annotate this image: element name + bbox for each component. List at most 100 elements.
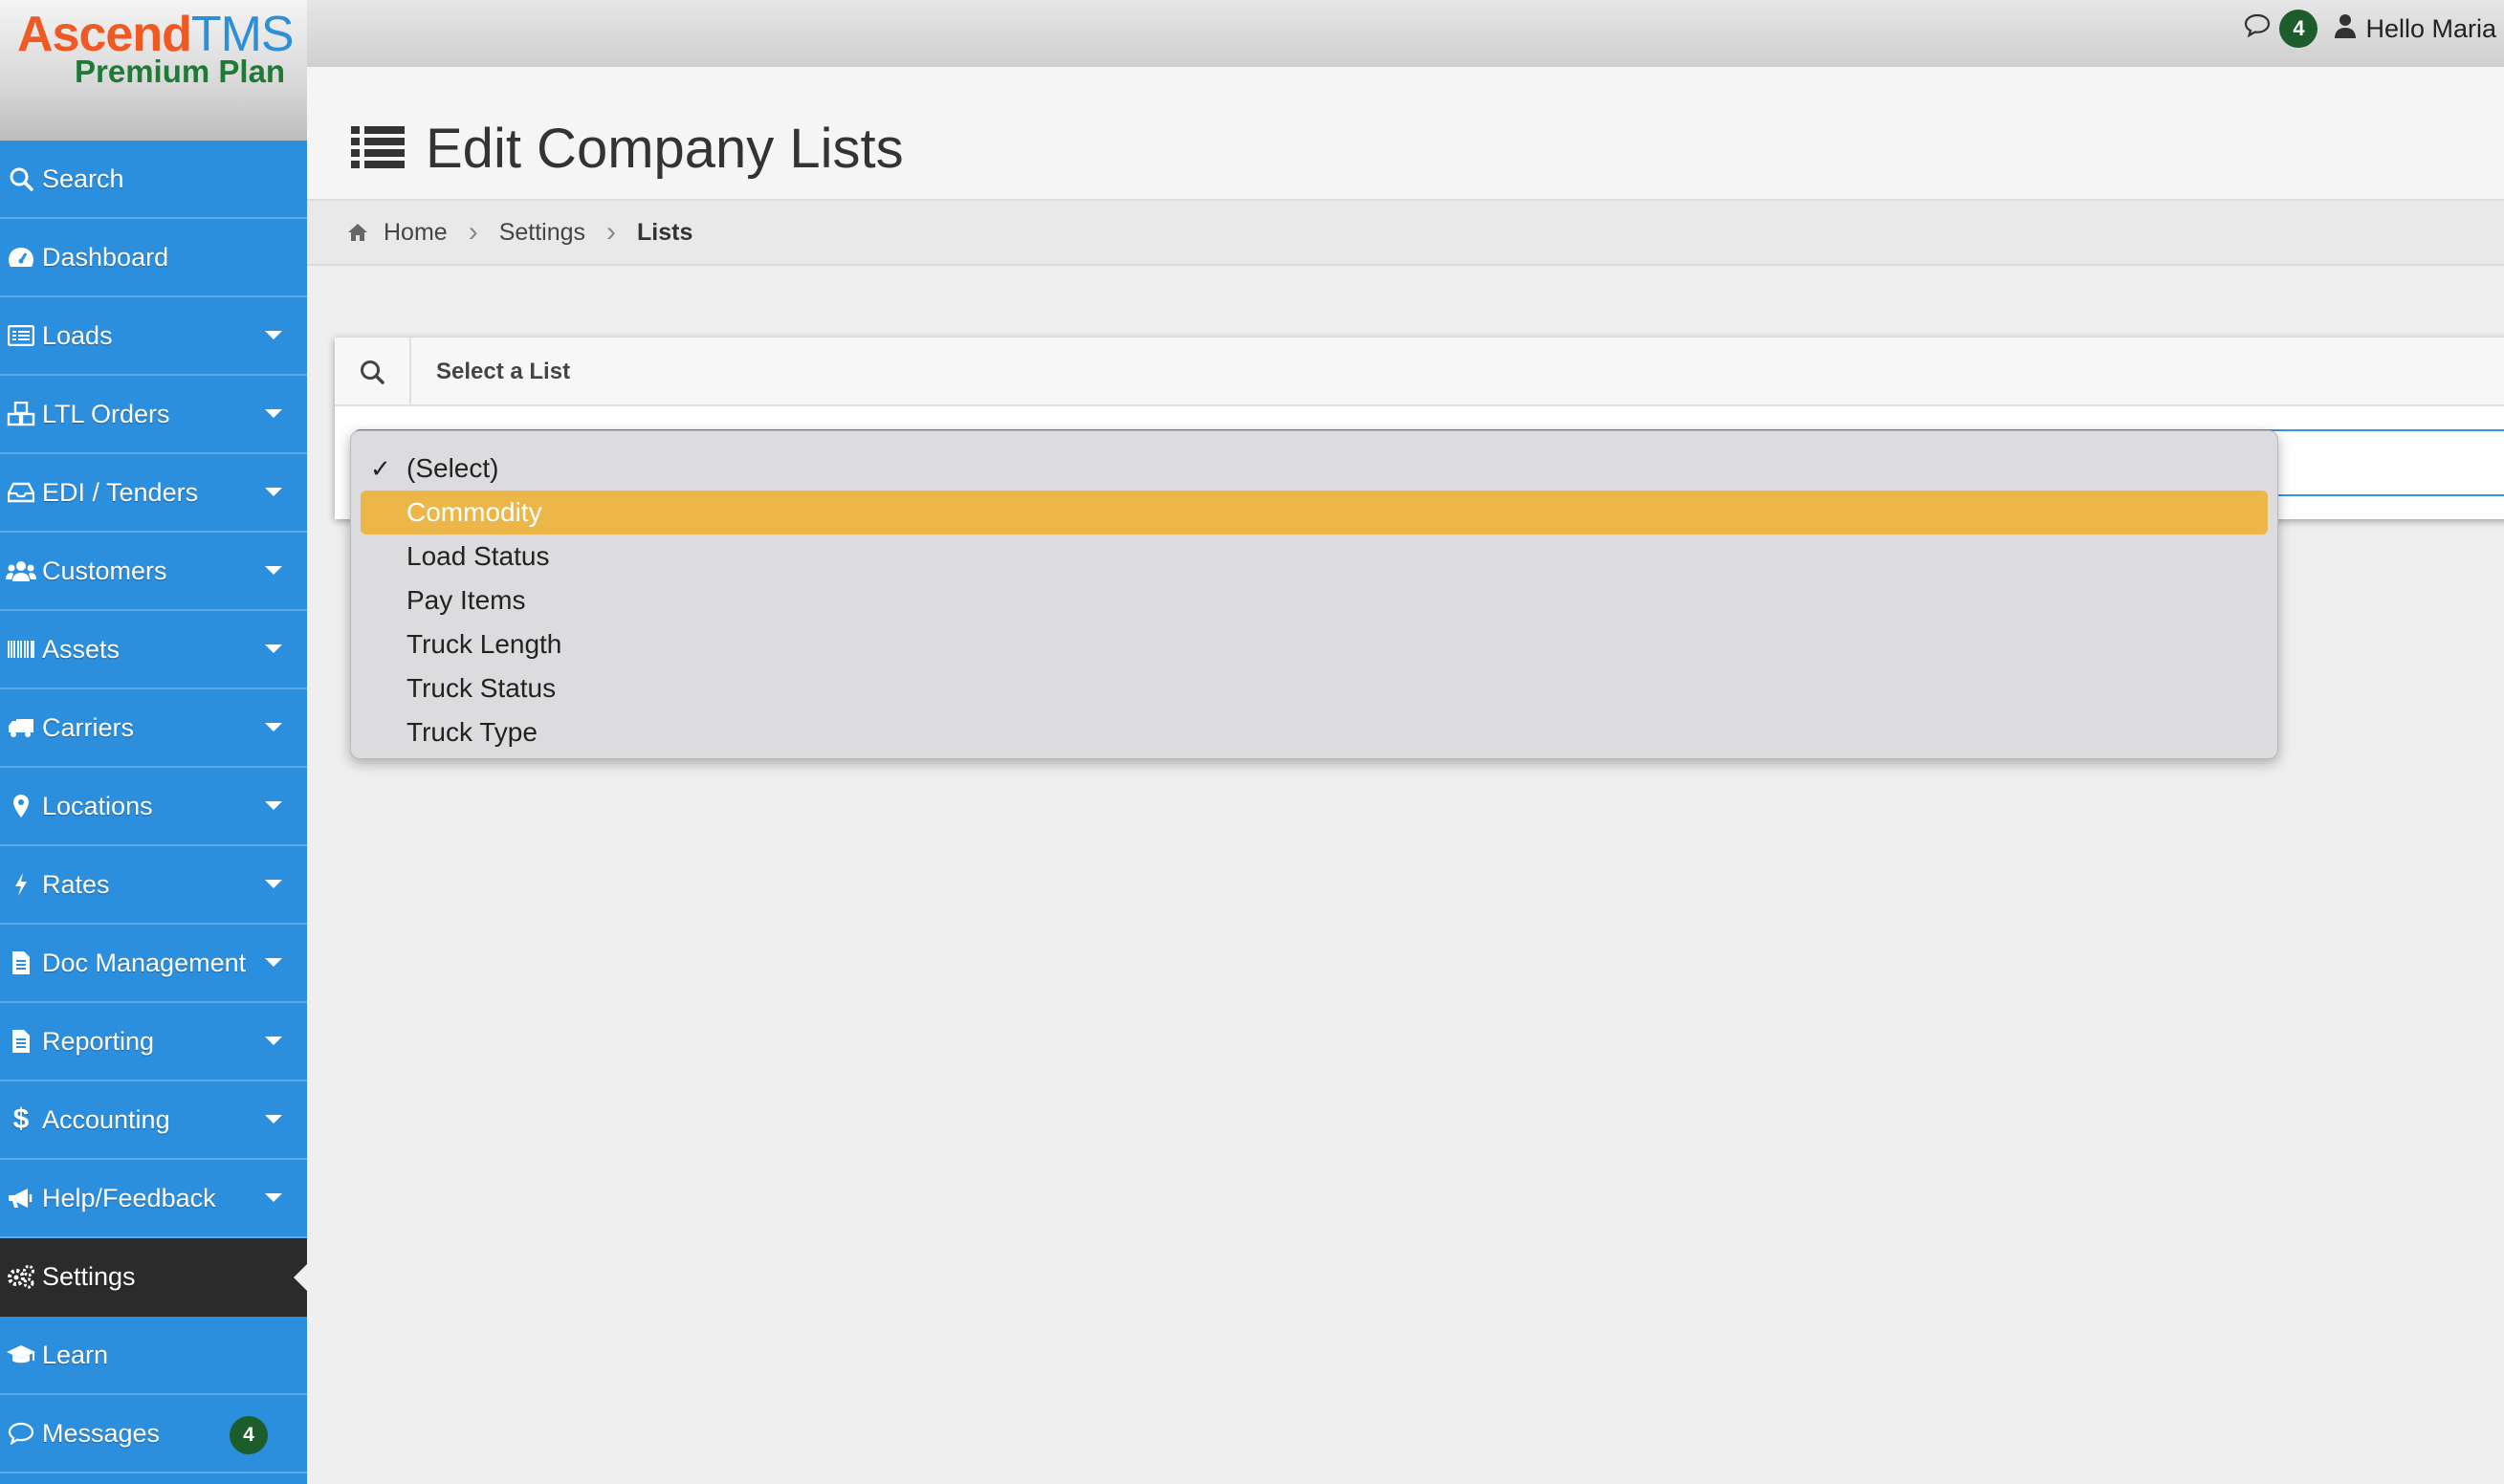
sidebar-item-label: LTL Orders [42, 399, 170, 428]
sidebar-item-label: Customers [42, 556, 167, 585]
chevron-down-icon [265, 1037, 282, 1045]
chevron-down-icon [265, 1115, 282, 1124]
sidebar-item-learn[interactable]: Learn [0, 1317, 307, 1395]
option-truck-type[interactable]: Truck Type [361, 710, 2268, 754]
user-icon [2335, 13, 2357, 45]
sidebar-item-loads[interactable]: Loads [0, 297, 307, 376]
sidebar-item-label: Learn [42, 1340, 109, 1369]
option-label: Load Status [406, 541, 550, 571]
option-commodity[interactable]: Commodity [361, 491, 2268, 535]
search-icon [335, 338, 411, 406]
chevron-right-icon: › [468, 216, 478, 248]
option-select[interactable]: ✓ (Select) [361, 447, 2268, 491]
sidebar-item-label: Locations [42, 791, 153, 820]
breadcrumb-current: Lists [637, 218, 693, 246]
dollar-icon: $ [12, 1103, 30, 1135]
option-label: Truck Type [406, 717, 538, 747]
sidebar-item-search[interactable]: Search [0, 141, 307, 219]
list-select-dropdown: ✓ (Select) Commodity Load Status Pay Ite… [350, 430, 2278, 759]
sidebar-item-label: EDI / Tenders [42, 477, 199, 507]
sidebar-item-label: Carriers [42, 712, 135, 742]
sidebar-item-assets[interactable]: Assets [0, 611, 307, 689]
chevron-down-icon [265, 723, 282, 731]
messages-badge: 4 [230, 1416, 268, 1454]
barcode-icon [4, 639, 38, 660]
list-icon [4, 325, 38, 346]
sidebar-item-label: Reporting [42, 1026, 155, 1056]
sidebar-item-doc-management[interactable]: Doc Management [0, 925, 307, 1003]
sidebar-item-reporting[interactable]: Reporting [0, 1003, 307, 1081]
sidebar-item-label: Messages [42, 1418, 161, 1448]
comment-icon [2243, 12, 2272, 46]
document-icon [4, 950, 38, 975]
sidebar-item-messages[interactable]: Messages 4 [0, 1395, 307, 1473]
breadcrumb-home[interactable]: Home [384, 219, 448, 247]
main-content: Edit Company Lists Home › Settings › Lis… [307, 67, 2504, 1484]
sidebar-item-label: Assets [42, 634, 121, 664]
sidebar-item-carriers[interactable]: Carriers [0, 689, 307, 768]
option-label: Truck Status [406, 673, 557, 703]
chevron-down-icon [265, 409, 282, 418]
option-label: Truck Length [406, 629, 562, 659]
option-load-status[interactable]: Load Status [361, 535, 2268, 578]
page-title: Edit Company Lists [426, 118, 904, 180]
option-pay-items[interactable]: Pay Items [361, 578, 2268, 622]
sidebar-item-label: Settings [42, 1261, 136, 1291]
sidebar-item-accounting[interactable]: $ Accounting [0, 1081, 307, 1160]
map-marker-icon [4, 794, 38, 818]
sidebar-item-edi-tenders[interactable]: EDI / Tenders [0, 454, 307, 533]
chevron-down-icon [265, 644, 282, 653]
checkmark-icon: ✓ [370, 454, 391, 483]
boxes-icon [4, 402, 38, 426]
header-messages[interactable]: 4 [2243, 10, 2318, 48]
sidebar-item-customers[interactable]: Customers [0, 533, 307, 611]
sidebar-item-ltl-orders[interactable]: LTL Orders [0, 376, 307, 454]
header-right: 4 Hello Maria [2243, 10, 2496, 48]
option-truck-status[interactable]: Truck Status [361, 666, 2268, 710]
panel-header: Select a List [335, 338, 2504, 406]
option-truck-length[interactable]: Truck Length [361, 622, 2268, 666]
sidebar-item-label: Rates [42, 869, 110, 899]
chevron-down-icon [265, 801, 282, 810]
sidebar-item-label: Doc Management [42, 948, 247, 977]
truck-icon [4, 716, 38, 739]
users-icon [4, 559, 38, 582]
logo[interactable]: AscendTMS Premium Plan [0, 0, 307, 141]
option-label: (Select) [406, 453, 499, 483]
bolt-icon [4, 872, 38, 897]
sidebar-item-label: Help/Feedback [42, 1183, 216, 1212]
list-icon [351, 124, 405, 173]
sidebar-item-locations[interactable]: Locations [0, 768, 307, 846]
chevron-down-icon [265, 1193, 282, 1202]
sidebar-item-label: Accounting [42, 1104, 170, 1134]
sidebar: Search Dashboard Loads LTL Orders EDI / … [0, 141, 307, 1484]
sidebar-item-dashboard[interactable]: Dashboard [0, 219, 307, 297]
sidebar-item-settings[interactable]: Settings [0, 1238, 307, 1317]
chevron-down-icon [265, 331, 282, 339]
megaphone-icon [4, 1187, 38, 1210]
home-icon [347, 223, 368, 242]
search-icon [4, 166, 38, 191]
title-bar: Edit Company Lists [307, 67, 2504, 201]
panel-title: Select a List [436, 359, 571, 384]
chevron-right-icon: › [606, 216, 617, 248]
top-header: 4 Hello Maria [0, 0, 2504, 67]
comment-icon [4, 1422, 38, 1445]
user-greeting: Hello Maria [2365, 13, 2496, 43]
chevron-down-icon [265, 880, 282, 888]
messages-count-badge: 4 [2279, 10, 2318, 48]
graduation-cap-icon [4, 1343, 38, 1366]
dashboard-icon [4, 246, 38, 269]
sidebar-item-help-feedback[interactable]: Help/Feedback [0, 1160, 307, 1238]
sidebar-item-label: Search [42, 164, 124, 193]
chevron-down-icon [265, 488, 282, 496]
chevron-down-icon [265, 958, 282, 967]
user-menu[interactable]: Hello Maria [2335, 13, 2496, 45]
option-label: Pay Items [406, 585, 526, 615]
sidebar-item-label: Loads [42, 320, 113, 350]
breadcrumb-settings[interactable]: Settings [499, 219, 585, 247]
breadcrumb: Home › Settings › Lists [307, 201, 2504, 266]
sidebar-item-label: Dashboard [42, 242, 169, 272]
sidebar-item-rates[interactable]: Rates [0, 846, 307, 925]
chevron-down-icon [265, 566, 282, 575]
